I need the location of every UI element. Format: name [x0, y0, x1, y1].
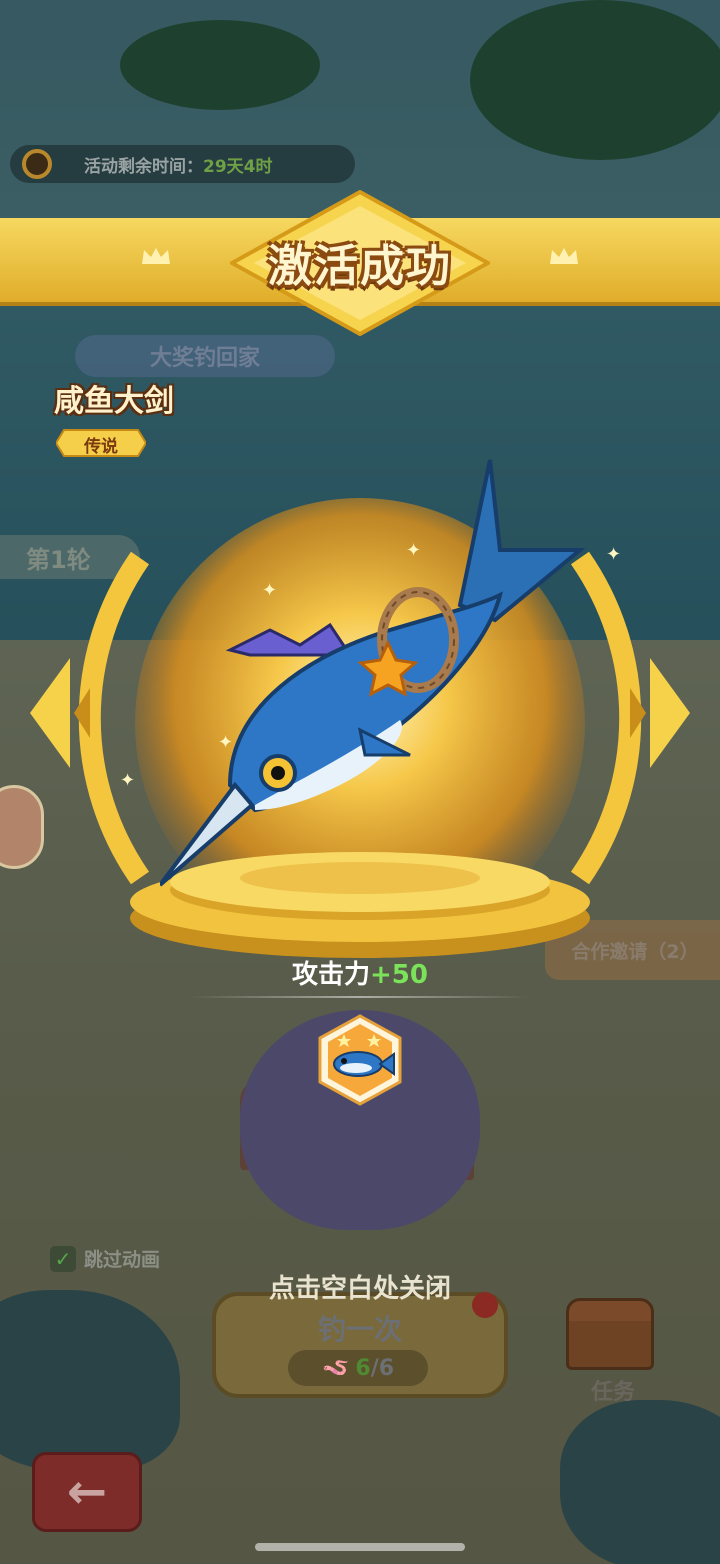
bait-max: /6 — [370, 1355, 395, 1381]
sparkle-icon: ✦ — [120, 770, 136, 791]
sparkle-icon: ✦ — [218, 732, 234, 753]
marlin-sword-icon — [158, 455, 600, 895]
item-name: 咸鱼大剑 — [54, 384, 174, 419]
shop-icon — [566, 1298, 654, 1370]
clock-icon — [22, 149, 52, 179]
bait-current: 6 — [355, 1355, 371, 1381]
crown-icon — [140, 246, 172, 266]
prize-banner: 大奖钓回家 — [75, 335, 335, 377]
sparkle-icon: ✦ — [262, 580, 278, 601]
title-diamond: 激活成功 — [230, 190, 490, 336]
stat-label: 攻击力 — [292, 960, 371, 990]
divider — [190, 996, 530, 998]
popup-title: 激活成功 — [268, 241, 452, 292]
fish-badge-icon — [314, 1014, 406, 1106]
event-timer-value: 29天4时 — [203, 156, 273, 177]
bait-icon: 🪱 — [321, 1355, 350, 1381]
sparkle-icon: ✦ — [406, 540, 422, 561]
arrow-left-icon: ← — [66, 1464, 108, 1520]
rarity-badge: 传说 — [56, 428, 146, 458]
task-label: 任务 — [590, 1380, 635, 1405]
fish-once-label: 钓一次 — [317, 1313, 402, 1346]
fish-once-button[interactable]: 钓一次 🪱 6/6 — [212, 1292, 508, 1398]
stat-bonus: 攻击力+50 — [0, 954, 720, 991]
bait-counter: 🪱 6/6 — [288, 1350, 428, 1386]
stat-value: +50 — [370, 960, 428, 990]
rarity-label: 传说 — [84, 437, 118, 457]
back-button[interactable]: ← — [32, 1452, 142, 1532]
task-button[interactable]: 任务 — [566, 1298, 660, 1408]
close-hint: 点击空白处关闭 — [268, 1274, 451, 1304]
home-indicator[interactable] — [255, 1543, 465, 1551]
sparkle-icon: ✦ — [606, 544, 622, 565]
crown-icon — [548, 246, 580, 266]
event-timer-label: 活动剩余时间： — [84, 156, 203, 177]
event-timer: 活动剩余时间： 29天4时 — [10, 145, 355, 183]
